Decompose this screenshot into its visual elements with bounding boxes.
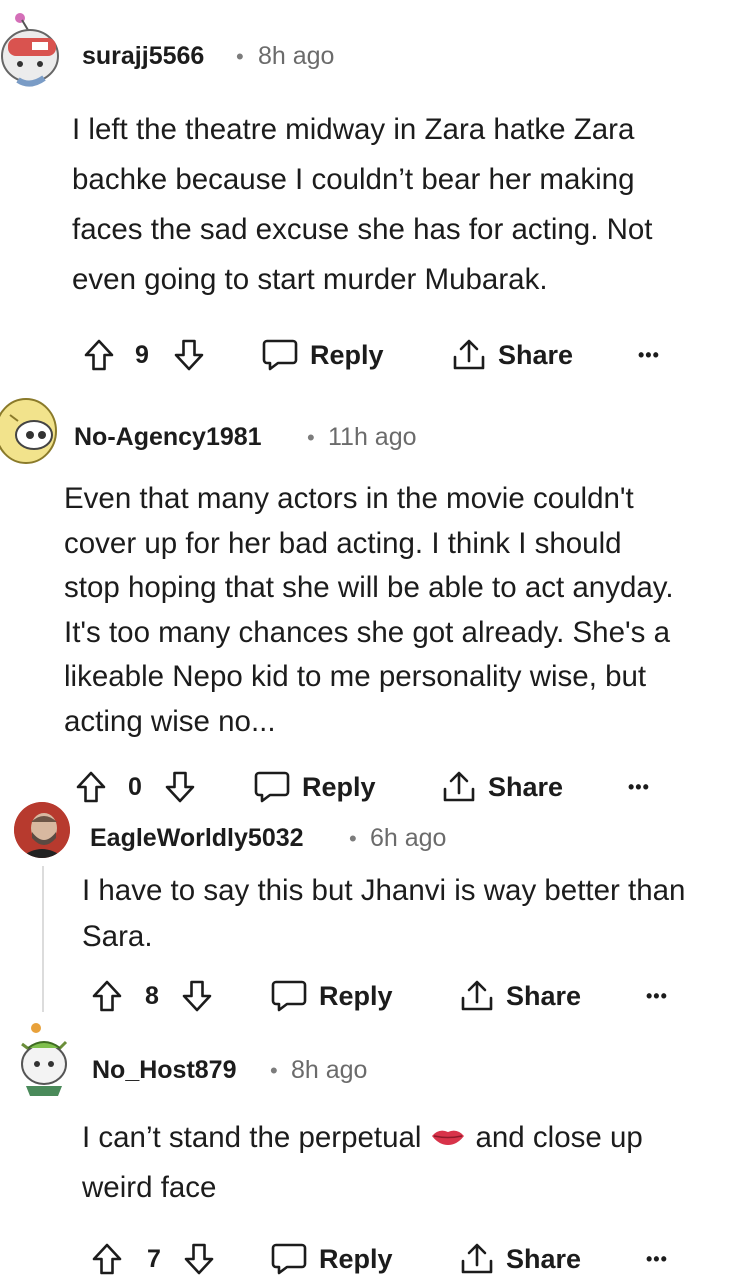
vote-count: 0 (128, 772, 142, 801)
reply-button[interactable]: Reply (271, 971, 393, 1021)
upvote-icon (76, 771, 106, 803)
timestamp: 11h ago (328, 423, 417, 451)
downvote-icon (165, 771, 195, 803)
comment-action-bar: 9 Reply Share ••• (0, 330, 748, 380)
comment-action-bar: 0 Reply Share ••• (0, 762, 748, 812)
user-photo-icon (14, 802, 70, 858)
username[interactable]: surajj5566 (82, 42, 204, 71)
downvote-icon (184, 1243, 214, 1275)
vote-count: 7 (147, 1244, 161, 1273)
upvote-button[interactable] (92, 971, 122, 1021)
snoo-avatar-icon (0, 398, 57, 464)
comment-text-segment: and close up (475, 1121, 643, 1154)
downvote-icon (174, 339, 204, 371)
more-icon: ••• (638, 344, 660, 365)
vote-count: 9 (135, 340, 149, 369)
comment-body: Even that many actors in the movie could… (64, 477, 674, 745)
snoo-avatar-icon (1, 13, 59, 87)
share-button[interactable]: Share (460, 1234, 581, 1284)
upvote-icon (92, 1243, 122, 1275)
comment-line: It's too many chances she got already. S… (64, 615, 670, 649)
downvote-button[interactable] (165, 762, 195, 812)
reply-label: Reply (319, 1243, 393, 1274)
avatar-eagleworldly5032[interactable] (14, 802, 70, 858)
more-icon: ••• (628, 776, 650, 797)
reply-label: Reply (319, 980, 393, 1011)
avatar-surajj5566[interactable] (0, 8, 64, 90)
comment-line: likeable Nepo kid to me personality wise… (64, 660, 647, 694)
more-icon: ••• (646, 985, 668, 1006)
reply-button[interactable]: Reply (271, 1234, 393, 1284)
avatar-no-host879[interactable] (14, 1020, 76, 1098)
more-options-button[interactable]: ••• (646, 1234, 668, 1284)
comment-action-bar: 8 Reply Share ••• (0, 971, 748, 1021)
share-icon (460, 979, 494, 1013)
more-options-button[interactable]: ••• (646, 971, 668, 1021)
username[interactable]: EagleWorldly5032 (90, 824, 304, 853)
comment-line: bachke because I couldn’t bear her makin… (72, 163, 635, 196)
share-label: Share (488, 771, 564, 802)
comment-line: I can’t stand the perpetual and close up (82, 1113, 643, 1163)
upvote-button[interactable] (92, 1234, 122, 1284)
share-label: Share (506, 1243, 582, 1274)
comment-line: stop hoping that she will be able to act… (64, 571, 674, 605)
comment-body: I have to say this but Jhanvi is way bet… (82, 868, 685, 960)
reply-button[interactable]: Reply (254, 762, 376, 812)
username[interactable]: No-Agency1981 (74, 423, 262, 452)
downvote-button[interactable] (184, 1234, 214, 1284)
comment-line: weird face (82, 1171, 217, 1204)
reply-label: Reply (310, 339, 384, 370)
timestamp: 8h ago (291, 1056, 368, 1084)
more-options-button[interactable]: ••• (628, 762, 650, 812)
comment-line: I have to say this but Jhanvi is way bet… (82, 874, 686, 907)
comment-line: faces the sad excuse she has for acting.… (72, 213, 653, 246)
comment-line: I left the theatre midway in Zara hatke … (72, 113, 635, 146)
comment-line: acting wise no... (64, 704, 276, 738)
reply-button[interactable]: Reply (262, 330, 384, 380)
comment-text-segment: I can’t stand the perpetual (82, 1121, 422, 1154)
comment-action-bar: 7 Reply Share ••• (0, 1234, 748, 1284)
downvote-icon (182, 980, 212, 1012)
timestamp: 8h ago (258, 42, 335, 70)
lips-emoji-icon (432, 1130, 465, 1145)
timestamp: 6h ago (370, 824, 447, 852)
comment-line: Sara. (82, 920, 153, 953)
downvote-button[interactable] (174, 330, 204, 380)
meta-separator: • (349, 826, 357, 851)
upvote-icon (84, 339, 114, 371)
meta-separator: • (307, 425, 315, 450)
comment-line: even going to start murder Mubarak. (72, 263, 548, 296)
username[interactable]: No_Host879 (92, 1056, 237, 1085)
reply-icon (271, 1242, 307, 1276)
reply-icon (262, 338, 298, 372)
share-icon (452, 338, 486, 372)
downvote-button[interactable] (182, 971, 212, 1021)
share-label: Share (506, 980, 582, 1011)
upvote-icon (92, 980, 122, 1012)
share-icon (442, 770, 476, 804)
reply-label: Reply (302, 771, 376, 802)
comment-body: I can’t stand the perpetual and close up … (82, 1113, 643, 1213)
meta-separator: • (236, 44, 244, 69)
reply-icon (254, 770, 290, 804)
reply-icon (271, 979, 307, 1013)
vote-count: 8 (145, 981, 159, 1010)
more-icon: ••• (646, 1248, 668, 1269)
comment-body: I left the theatre midway in Zara hatke … (72, 105, 653, 305)
avatar-no-agency1981[interactable] (0, 395, 58, 465)
share-button[interactable]: Share (452, 330, 573, 380)
comment-line: cover up for her bad acting. I think I s… (64, 526, 622, 560)
meta-separator: • (270, 1058, 278, 1083)
more-options-button[interactable]: ••• (638, 330, 660, 380)
upvote-button[interactable] (84, 330, 114, 380)
upvote-button[interactable] (76, 762, 106, 812)
comment-line: Even that many actors in the movie could… (64, 482, 634, 515)
share-icon (460, 1242, 494, 1276)
share-button[interactable]: Share (460, 971, 581, 1021)
share-button[interactable]: Share (442, 762, 563, 812)
snoo-avatar-icon (21, 1023, 68, 1096)
share-label: Share (498, 339, 574, 370)
